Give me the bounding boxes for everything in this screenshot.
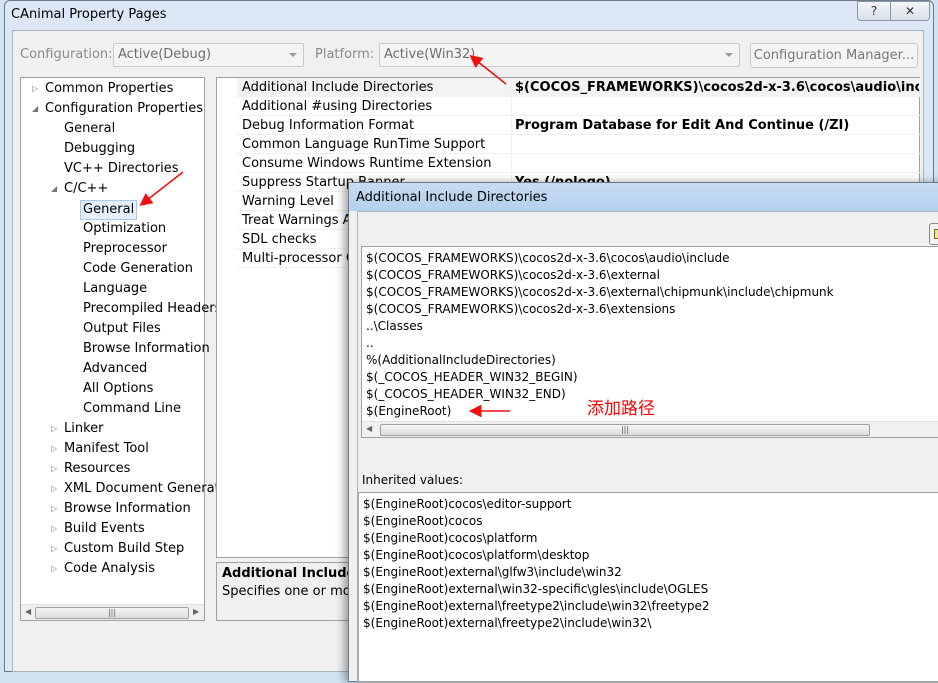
window-title: CAnimal Property Pages [11,7,167,22]
property-row[interactable]: Debug Information Format Program Database… [237,116,920,135]
scroll-left-icon[interactable]: ◀ [366,424,372,433]
property-name: Common Language RunTime Support [242,137,486,152]
collapsed-arrow-icon[interactable]: ▷ [51,564,57,573]
inherited-line: $(EngineRoot)external\freetype2\include\… [363,616,652,630]
property-name: Warning Level [242,194,334,209]
collapsed-arrow-icon[interactable]: ▷ [51,464,57,473]
tree-item[interactable]: Custom Build Step [64,540,184,558]
configuration-label: Configuration: [20,47,113,62]
tree-item[interactable]: Advanced [83,360,147,378]
collapsed-arrow-icon[interactable]: ▷ [51,544,57,553]
directory-line: $(COCOS_FRAMEWORKS)\cocos2d-x-3.6\extens… [366,302,676,316]
tree-item[interactable]: Code Analysis [64,560,155,578]
tree-item[interactable]: Browse Information [83,340,210,358]
collapsed-arrow-icon[interactable]: ▷ [51,524,57,533]
property-row[interactable]: Additional #using Directories [237,97,920,116]
property-name: Additional Include Directories [242,80,434,95]
close-button[interactable]: ✕ [890,1,930,21]
expanded-arrow-icon[interactable]: ◢ [51,184,57,193]
tree-item[interactable]: C/C++ [64,180,108,198]
directory-line: $(_COCOS_HEADER_WIN32_END) [366,387,566,401]
textbox-horizontal-scrollbar[interactable]: ◀ ||| [362,421,938,437]
configuration-select[interactable]: Active(Debug) [113,43,304,67]
property-row[interactable]: Additional Include Directories $(COCOS_FR… [237,78,920,97]
inherited-line: $(EngineRoot)cocos\platform [363,531,538,545]
expanded-arrow-icon[interactable]: ◢ [32,104,38,113]
tree-item[interactable]: General [64,120,115,138]
directory-line: $(_COCOS_HEADER_WIN32_BEGIN) [366,370,578,384]
tree-item[interactable]: Command Line [83,400,181,418]
help-button[interactable]: ? [857,1,891,21]
inherited-line: $(EngineRoot)external\win32-specific\gle… [363,582,709,596]
scrollbar-thumb[interactable]: ||| [35,607,189,619]
tree-item[interactable]: XML Document Generator [64,480,233,498]
inherited-line: $(EngineRoot)cocos\platform\desktop [363,548,590,562]
collapsed-arrow-icon[interactable]: ▷ [32,84,38,93]
tree-item[interactable]: Preprocessor [83,240,167,258]
property-name: SDL checks [242,232,317,247]
tree-item[interactable]: Configuration Properties [45,100,203,118]
platform-select[interactable]: Active(Win32) [379,43,740,67]
property-row[interactable]: Consume Windows Runtime Extension [237,154,920,173]
inherited-line: $(EngineRoot)cocos [363,514,483,528]
collapsed-arrow-icon[interactable]: ▷ [51,444,57,453]
property-name: Additional #using Directories [242,99,433,114]
property-row[interactable]: Common Language RunTime Support [237,135,920,154]
inherited-line: $(EngineRoot)external\glfw3\include\win3… [363,565,622,579]
collapsed-arrow-icon[interactable]: ▷ [51,484,57,493]
tree-item[interactable]: Manifest Tool [64,440,149,458]
dialog-title: Additional Include Directories [356,190,548,205]
tree-item[interactable]: Output Files [83,320,161,338]
directory-line: $(COCOS_FRAMEWORKS)\cocos2d-x-3.6\cocos\… [366,251,730,265]
configuration-manager-button[interactable]: Configuration Manager... [750,43,918,68]
tree-item[interactable]: Optimization [83,220,166,238]
tree-item[interactable]: Code Generation [83,260,193,278]
directory-line: .. [366,336,374,350]
collapsed-arrow-icon[interactable]: ▷ [51,424,57,433]
annotation-label: 添加路径 [587,399,655,419]
property-value[interactable]: $(COCOS_FRAMEWORKS)\cocos2d-x-3.6\cocos\… [515,78,919,97]
platform-label: Platform: [315,47,375,62]
scroll-right-icon[interactable]: ▶ [193,607,199,616]
scroll-left-icon[interactable]: ◀ [25,607,31,616]
property-tree: ▷ Common Properties ◢ Configuration Propert… [20,77,233,621]
directory-line: $(COCOS_FRAMEWORKS)\cocos2d-x-3.6\extern… [366,268,660,282]
tree-horizontal-scrollbar[interactable]: ◀ ||| ▶ [21,604,204,620]
tree-item[interactable]: Browse Information [64,500,191,518]
tree-item[interactable]: General [80,200,138,220]
scrollbar-thumb[interactable]: ||| [380,424,870,436]
inherited-values-list: $(EngineRoot)cocos\editor-support $(Engin… [358,492,938,682]
inherited-line: $(EngineRoot)external\freetype2\include\… [363,599,710,613]
tree-item[interactable]: Linker [64,420,104,438]
tree-item[interactable]: Language [83,280,147,298]
tree-item[interactable]: Common Properties [45,80,173,98]
property-name: Consume Windows Runtime Extension [242,156,492,171]
include-directories-dialog: Additional Include Directories $(COCOS_F… [348,182,938,683]
new-line-folder-button[interactable] [929,223,938,245]
tree-item[interactable]: Precompiled Headers [83,300,221,318]
chevron-down-icon [289,53,297,57]
chevron-down-icon [725,53,733,57]
platform-value: Active(Win32) [384,47,476,62]
tree-item[interactable]: Resources [64,460,130,478]
directory-line: $(EngineRoot) [366,404,452,418]
property-name: Debug Information Format [242,118,415,133]
collapsed-arrow-icon[interactable]: ▷ [51,504,57,513]
configuration-value: Active(Debug) [118,47,212,62]
directory-line: %(AdditionalIncludeDirectories) [366,353,556,367]
directory-line: ..\Classes [366,319,423,333]
property-value[interactable]: Program Database for Edit And Continue (… [515,116,919,135]
inherited-label: Inherited values: [362,473,463,487]
tree-item[interactable]: VC++ Directories [64,160,179,178]
inherited-line: $(EngineRoot)cocos\editor-support [363,497,572,511]
folder-icon [934,229,938,239]
directory-line: $(COCOS_FRAMEWORKS)\cocos2d-x-3.6\extern… [366,285,834,299]
tree-item[interactable]: All Options [83,380,153,398]
tree-item[interactable]: Debugging [64,140,135,158]
tree-item[interactable]: Build Events [64,520,145,538]
